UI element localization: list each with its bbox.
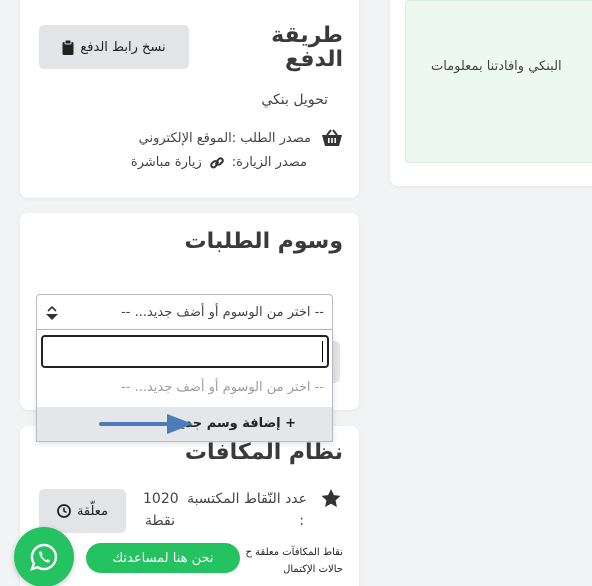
- tags-option-add-new[interactable]: + إضافة وسم جديد: [37, 407, 332, 441]
- pointer-arrow-icon: [99, 413, 195, 435]
- points-unit: نقطة: [145, 513, 175, 529]
- right-card: البنكي وافادتنا بمعلومات: [390, 0, 592, 186]
- rewards-status-label: معلّقة: [76, 503, 109, 519]
- tags-select[interactable]: -- اختر من الوسوم أو أضف جديد... --: [36, 294, 333, 330]
- visit-source-row: مصدر الزيارة: زيارة مباشرة: [131, 155, 307, 170]
- payment-title-line1: طريقة: [271, 23, 343, 48]
- tags-search-input[interactable]: [41, 335, 329, 368]
- tags-dropdown: -- اختر من الوسوم أو أضف جديد... -- + إض…: [36, 330, 333, 442]
- order-source-row: مصدر الطلب :الموقع الإلكتروني: [139, 129, 343, 147]
- text-caret: [322, 341, 323, 362]
- tags-select-placeholder: -- اختر من الوسوم أو أضف جديد... --: [121, 305, 324, 320]
- bank-transfer-notice: البنكي وافادتنا بمعلومات: [405, 0, 592, 163]
- points-block: 1020 عدد النّقاط المكتسبة نقطة :: [143, 489, 307, 539]
- rewards-title: نظام المكافآت: [184, 440, 343, 465]
- copy-link-label: نسخ رابط الدفع: [80, 39, 166, 55]
- clipboard-icon: [62, 39, 74, 55]
- whatsapp-icon: [29, 542, 59, 572]
- points-label: عدد النّقاط المكتسبة: [187, 491, 307, 507]
- payment-title: طريقة الدفع: [271, 24, 343, 72]
- points-value: 1020: [143, 491, 179, 507]
- star-icon: [321, 489, 341, 508]
- clock-icon: [57, 504, 71, 518]
- chat-help-pill[interactable]: نحن هنا لمساعدتك: [86, 543, 240, 573]
- tags-title: وسوم الطلبات: [184, 229, 343, 254]
- link-icon: [209, 156, 224, 170]
- rewards-status-button[interactable]: معلّقة: [39, 489, 126, 533]
- whatsapp-chat-button[interactable]: [14, 527, 74, 586]
- visit-source-label: مصدر الزيارة:: [231, 155, 307, 170]
- payment-card: طريقة الدفع نسخ رابط الدفع تحويل بنكي مص…: [20, 0, 359, 198]
- chat-help-label: نحن هنا لمساعدتك: [112, 550, 214, 566]
- notice-text: البنكي وافادتنا بمعلومات: [431, 59, 562, 74]
- order-source-label: مصدر الطلب :الموقع الإلكتروني: [138, 130, 311, 146]
- select-arrows-icon: [45, 305, 59, 321]
- payment-method: تحويل بنكي: [261, 92, 328, 108]
- payment-title-line2: الدفع: [285, 47, 343, 72]
- basket-icon: [321, 129, 343, 147]
- visit-source-value: زيارة مباشرة: [130, 155, 202, 170]
- tags-option-placeholder[interactable]: -- اختر من الوسوم أو أضف جديد... --: [121, 380, 324, 395]
- copy-payment-link-button[interactable]: نسخ رابط الدفع: [39, 25, 189, 69]
- points-colon: :: [299, 513, 304, 529]
